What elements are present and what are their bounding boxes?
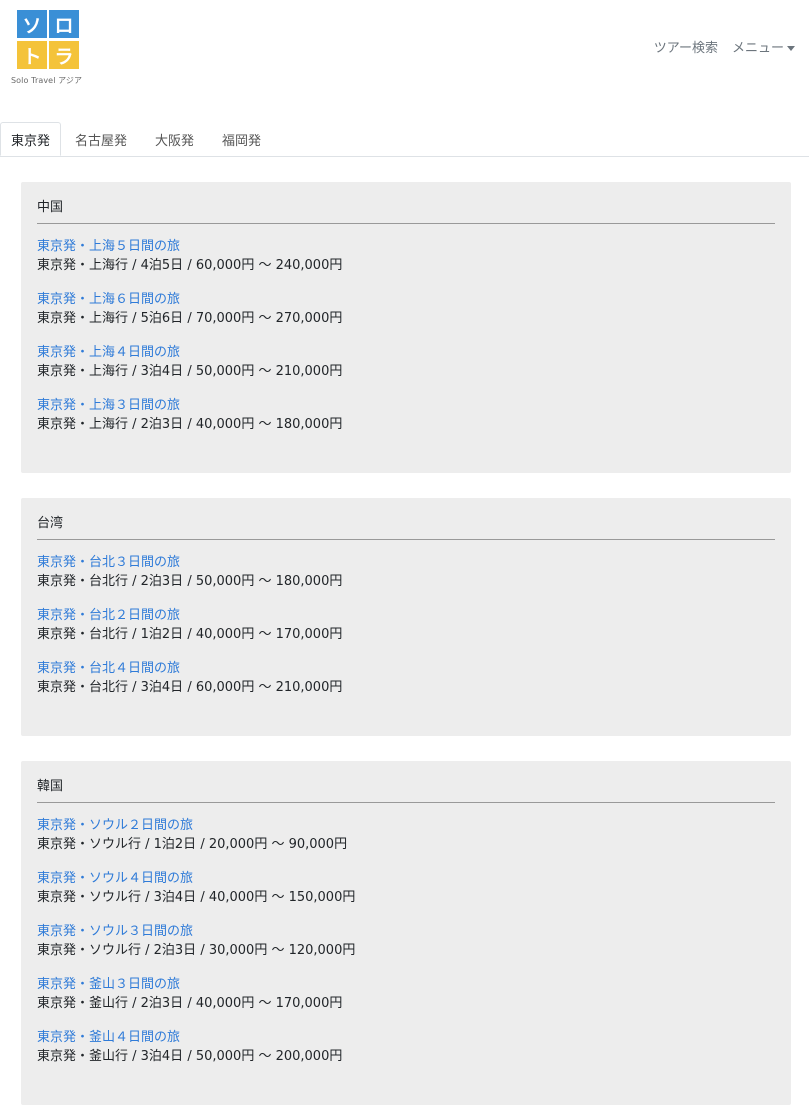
caret-down-icon (787, 46, 795, 51)
logo-char: ロ (49, 10, 79, 38)
tour-link[interactable]: 東京発・台北２日間の旅 (37, 606, 775, 625)
tour-link[interactable]: 東京発・台北３日間の旅 (37, 553, 775, 572)
tour-item: 東京発・ソウル４日間の旅 東京発・ソウル行 / 3泊4日 / 40,000円 〜… (37, 869, 775, 907)
tab-osaka[interactable]: 大阪発 (141, 122, 208, 156)
tab-fukuoka[interactable]: 福岡発 (208, 122, 275, 156)
tour-link[interactable]: 東京発・上海３日間の旅 (37, 396, 775, 415)
tour-item: 東京発・釜山３日間の旅 東京発・釜山行 / 2泊3日 / 40,000円 〜 1… (37, 975, 775, 1013)
region-title: 韓国 (37, 775, 775, 803)
tour-info: 東京発・ソウル行 / 1泊2日 / 20,000円 〜 90,000円 (37, 837, 348, 852)
logo-text: Solo Travel アジア (11, 76, 83, 85)
tour-info: 東京発・上海行 / 5泊6日 / 70,000円 〜 270,000円 (37, 311, 343, 326)
tour-link[interactable]: 東京発・上海４日間の旅 (37, 343, 775, 362)
top-nav: ツアー検索 メニュー (654, 37, 795, 56)
region-china: 中国 東京発・上海５日間の旅 東京発・上海行 / 4泊5日 / 60,000円 … (21, 182, 791, 473)
tour-link[interactable]: 東京発・ソウル４日間の旅 (37, 869, 775, 888)
tour-info: 東京発・釜山行 / 3泊4日 / 50,000円 〜 200,000円 (37, 1049, 343, 1064)
logo-char: ソ (17, 10, 47, 38)
menu-dropdown[interactable]: メニュー (732, 37, 795, 56)
tour-link[interactable]: 東京発・台北４日間の旅 (37, 659, 775, 678)
main-content: 中国 東京発・上海５日間の旅 東京発・上海行 / 4泊5日 / 60,000円 … (0, 182, 809, 1105)
tour-item: 東京発・上海５日間の旅 東京発・上海行 / 4泊5日 / 60,000円 〜 2… (37, 237, 775, 275)
tour-link[interactable]: 東京発・上海６日間の旅 (37, 290, 775, 309)
region-title: 中国 (37, 196, 775, 224)
logo-mark: ソ ロ ト ラ (11, 10, 91, 72)
tour-info: 東京発・台北行 / 2泊3日 / 50,000円 〜 180,000円 (37, 574, 343, 589)
tour-item: 東京発・ソウル３日間の旅 東京発・ソウル行 / 2泊3日 / 30,000円 〜… (37, 922, 775, 960)
tour-info: 東京発・上海行 / 2泊3日 / 40,000円 〜 180,000円 (37, 417, 343, 432)
tour-info: 東京発・ソウル行 / 2泊3日 / 30,000円 〜 120,000円 (37, 943, 356, 958)
tab-tokyo[interactable]: 東京発 (0, 122, 62, 156)
tour-info: 東京発・釜山行 / 2泊3日 / 40,000円 〜 170,000円 (37, 996, 343, 1011)
tour-search-link[interactable]: ツアー検索 (654, 37, 718, 56)
tour-info: 東京発・上海行 / 3泊4日 / 50,000円 〜 210,000円 (37, 364, 343, 379)
tour-link[interactable]: 東京発・上海５日間の旅 (37, 237, 775, 256)
tour-item: 東京発・台北４日間の旅 東京発・台北行 / 3泊4日 / 60,000円 〜 2… (37, 659, 775, 697)
region-korea: 韓国 東京発・ソウル２日間の旅 東京発・ソウル行 / 1泊2日 / 20,000… (21, 761, 791, 1105)
site-header: ソ ロ ト ラ Solo Travel アジア ツアー検索 メニュー (0, 0, 809, 122)
tour-link[interactable]: 東京発・釜山４日間の旅 (37, 1028, 775, 1047)
departure-tabs: 東京発 名古屋発 大阪発 福岡発 (0, 122, 809, 157)
logo-char: ラ (49, 41, 79, 69)
tour-info: 東京発・台北行 / 3泊4日 / 60,000円 〜 210,000円 (37, 680, 343, 695)
tour-info: 東京発・台北行 / 1泊2日 / 40,000円 〜 170,000円 (37, 627, 343, 642)
tour-info: 東京発・上海行 / 4泊5日 / 60,000円 〜 240,000円 (37, 258, 343, 273)
site-logo[interactable]: ソ ロ ト ラ Solo Travel アジア (11, 10, 91, 86)
tour-item: 東京発・釜山４日間の旅 東京発・釜山行 / 3泊4日 / 50,000円 〜 2… (37, 1028, 775, 1066)
tour-link[interactable]: 東京発・ソウル２日間の旅 (37, 816, 775, 835)
region-title: 台湾 (37, 512, 775, 540)
tour-item: 東京発・ソウル２日間の旅 東京発・ソウル行 / 1泊2日 / 20,000円 〜… (37, 816, 775, 854)
tour-link[interactable]: 東京発・釜山３日間の旅 (37, 975, 775, 994)
region-taiwan: 台湾 東京発・台北３日間の旅 東京発・台北行 / 2泊3日 / 50,000円 … (21, 498, 791, 736)
tour-info: 東京発・ソウル行 / 3泊4日 / 40,000円 〜 150,000円 (37, 890, 356, 905)
tour-item: 東京発・台北２日間の旅 東京発・台北行 / 1泊2日 / 40,000円 〜 1… (37, 606, 775, 644)
tour-item: 東京発・台北３日間の旅 東京発・台北行 / 2泊3日 / 50,000円 〜 1… (37, 553, 775, 591)
tour-item: 東京発・上海３日間の旅 東京発・上海行 / 2泊3日 / 40,000円 〜 1… (37, 396, 775, 434)
tour-link[interactable]: 東京発・ソウル３日間の旅 (37, 922, 775, 941)
tour-item: 東京発・上海４日間の旅 東京発・上海行 / 3泊4日 / 50,000円 〜 2… (37, 343, 775, 381)
tab-nagoya[interactable]: 名古屋発 (61, 122, 141, 156)
menu-label: メニュー (731, 41, 784, 56)
logo-char: ト (17, 41, 47, 69)
tour-item: 東京発・上海６日間の旅 東京発・上海行 / 5泊6日 / 70,000円 〜 2… (37, 290, 775, 328)
